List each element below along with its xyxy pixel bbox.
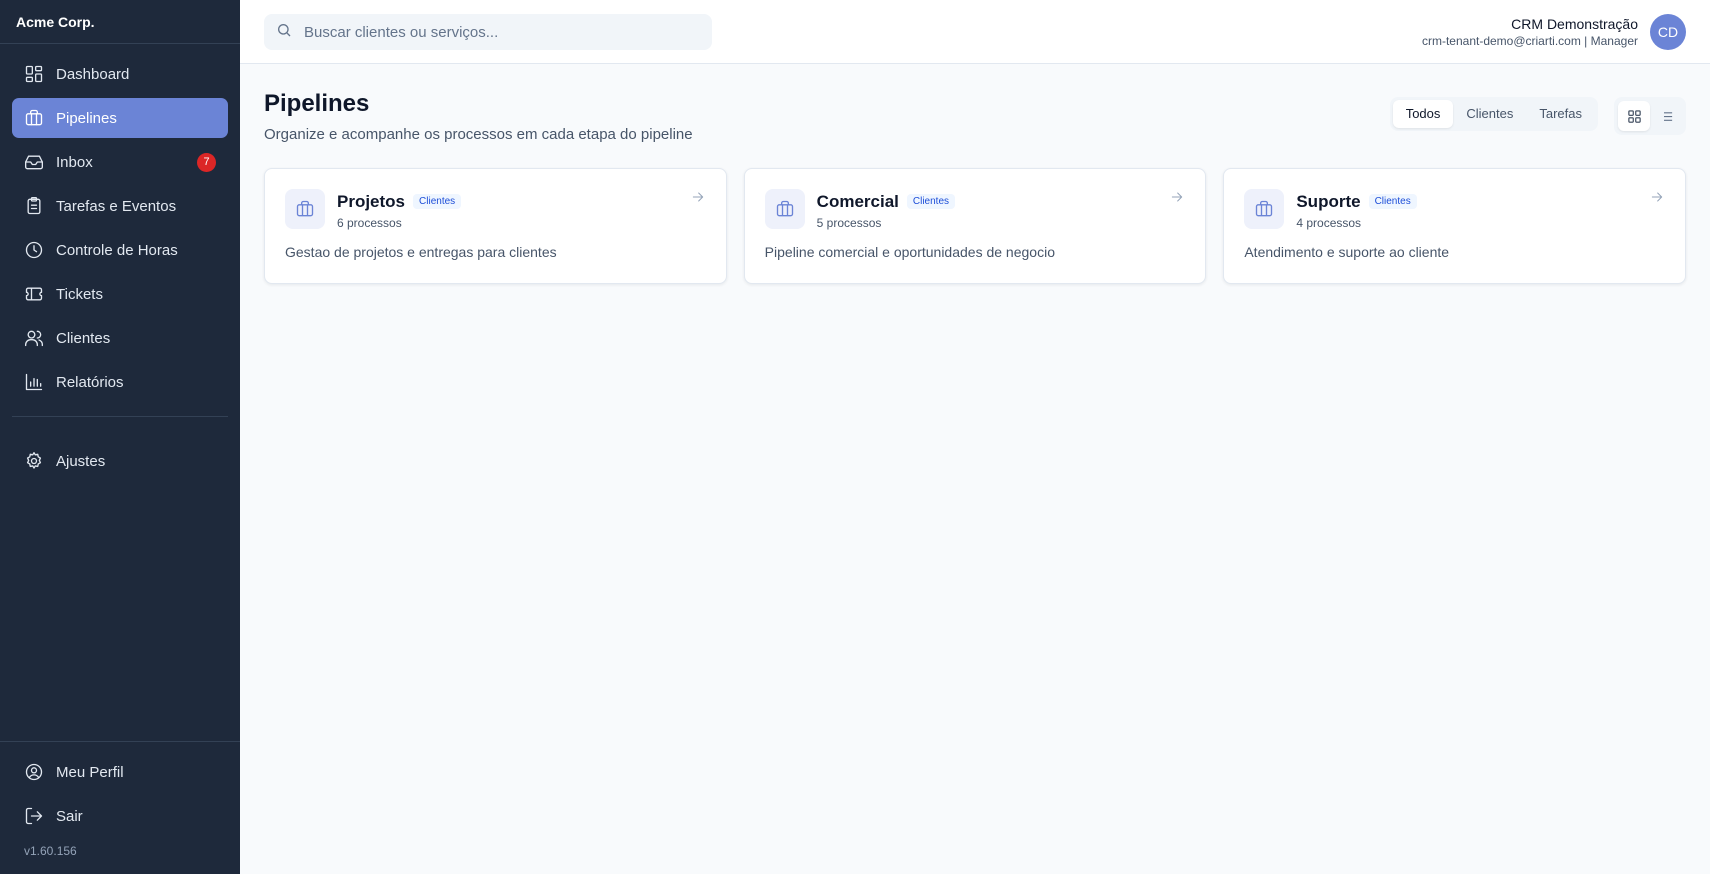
sidebar-item-label: Dashboard (56, 65, 130, 83)
inbox-count-badge: 7 (197, 153, 216, 172)
pipeline-name: Comercial (816, 192, 899, 211)
pipeline-description: Atendimento e suporte ao cliente (1244, 244, 1450, 260)
sidebar-item-relatorios[interactable]: Relatórios (12, 362, 228, 402)
search-input[interactable] (304, 23, 684, 41)
sidebar-item-pipelines[interactable]: Pipelines (12, 98, 228, 138)
arrow-right-icon (690, 189, 706, 205)
grid-view-button[interactable] (1618, 101, 1650, 131)
user-circle-icon (24, 762, 44, 782)
brand-name: Acme Corp. (0, 0, 240, 44)
filter-tab-tarefas[interactable]: Tarefas (1526, 100, 1595, 128)
users-icon (24, 328, 44, 348)
sidebar-item-dashboard[interactable]: Dashboard (12, 54, 228, 94)
sidebar-item-label: Sair (56, 807, 83, 825)
sidebar: Acme Corp. Dashboard Pipelines Inbox 7 T (0, 0, 240, 874)
sidebar-item-label: Clientes (56, 329, 111, 347)
bar-chart-icon (24, 372, 44, 392)
pipeline-card-suporte[interactable]: Suporte Clientes 4 processos Atendimento … (1223, 168, 1687, 284)
pipeline-title: Comercial Clientes (816, 192, 956, 212)
page-subtitle: Organize e acompanhe os processos em cad… (264, 126, 693, 143)
pipeline-description: Gestao de projetos e entregas para clien… (285, 244, 557, 260)
sidebar-item-tickets[interactable]: Tickets (12, 274, 228, 314)
pipeline-name: Projetos (337, 192, 406, 211)
user-email: crm-tenant-demo@criarti.com | Manager (1421, 34, 1638, 48)
arrow-right-icon (1169, 189, 1185, 205)
sidebar-item-label: Relatórios (56, 373, 124, 391)
page-title: Pipelines (264, 90, 370, 117)
sidebar-item-ajustes[interactable]: Ajustes (12, 441, 228, 481)
list-view-button[interactable] (1650, 101, 1682, 131)
sidebar-item-inbox[interactable]: Inbox 7 (12, 142, 228, 182)
sidebar-item-label: Tarefas e Eventos (56, 197, 177, 215)
pipeline-name: Suporte (1296, 192, 1361, 211)
briefcase-icon (764, 189, 805, 229)
inbox-icon (24, 152, 44, 172)
pipeline-count: 4 processos (1296, 216, 1362, 230)
ticket-icon (24, 284, 44, 304)
sidebar-item-meu-perfil[interactable]: Meu Perfil (12, 752, 228, 792)
arrow-right-icon (1649, 189, 1665, 205)
sidebar-item-label: Pipelines (56, 109, 117, 127)
sidebar-item-label: Inbox (56, 153, 93, 171)
clipboard-icon (24, 196, 44, 216)
pipeline-title: Projetos Clientes (337, 192, 462, 212)
briefcase-icon (285, 189, 325, 229)
sidebar-footer: Meu Perfil Sair v1.60.156 (0, 741, 240, 874)
dashboard-icon (24, 64, 44, 84)
search-box (264, 14, 712, 50)
pipeline-description: Pipeline comercial e oportunidades de ne… (764, 244, 1055, 260)
pipeline-tag: Clientes (1368, 194, 1417, 209)
app-version: v1.60.156 (24, 844, 77, 858)
clock-icon (24, 240, 44, 260)
sidebar-nav: Dashboard Pipelines Inbox 7 Tarefas e Ev… (0, 44, 240, 481)
sidebar-item-label: Meu Perfil (56, 763, 124, 781)
sidebar-item-controle-horas[interactable]: Controle de Horas (12, 230, 228, 270)
filter-tab-todos[interactable]: Todos (1392, 100, 1454, 128)
user-name: CRM Demonstração (1511, 16, 1638, 32)
pipeline-cards: Projetos Clientes 6 processos Gestao de p… (264, 168, 1687, 284)
sidebar-item-sair[interactable]: Sair (12, 796, 228, 836)
pipeline-card-comercial[interactable]: Comercial Clientes 5 processos Pipeline c… (743, 168, 1207, 284)
grid-icon (1627, 109, 1641, 123)
pipeline-card-projetos[interactable]: Projetos Clientes 6 processos Gestao de p… (264, 168, 727, 284)
sidebar-item-label: Ajustes (56, 452, 106, 470)
briefcase-icon (24, 108, 44, 128)
sidebar-item-clientes[interactable]: Clientes (12, 318, 228, 358)
pipeline-tag: Clientes (413, 194, 462, 209)
list-icon (1660, 111, 1672, 121)
pipeline-count: 6 processos (337, 216, 402, 230)
top-bar: CRM Demonstração crm-tenant-demo@criarti… (240, 0, 1710, 64)
sidebar-item-label: Controle de Horas (56, 241, 178, 259)
user-info: CRM Demonstração crm-tenant-demo@criarti… (1422, 16, 1638, 48)
filter-tab-clientes[interactable]: Clientes (1453, 100, 1526, 128)
briefcase-icon (1244, 189, 1285, 229)
view-toggle (1614, 97, 1686, 135)
pipeline-count: 5 processos (816, 216, 882, 230)
pipeline-title: Suporte Clientes (1296, 192, 1417, 212)
logout-icon (24, 806, 44, 826)
sidebar-divider (12, 416, 228, 417)
search-icon (276, 22, 292, 43)
user-menu[interactable]: CRM Demonstração crm-tenant-demo@criarti… (1422, 14, 1686, 50)
filter-tabs: Todos Clientes Tarefas (1389, 97, 1598, 131)
sidebar-item-label: Tickets (56, 285, 103, 303)
avatar[interactable]: CD (1650, 14, 1686, 50)
gear-icon (24, 451, 44, 471)
pipeline-tag: Clientes (906, 194, 956, 209)
sidebar-item-tarefas[interactable]: Tarefas e Eventos (12, 186, 228, 226)
